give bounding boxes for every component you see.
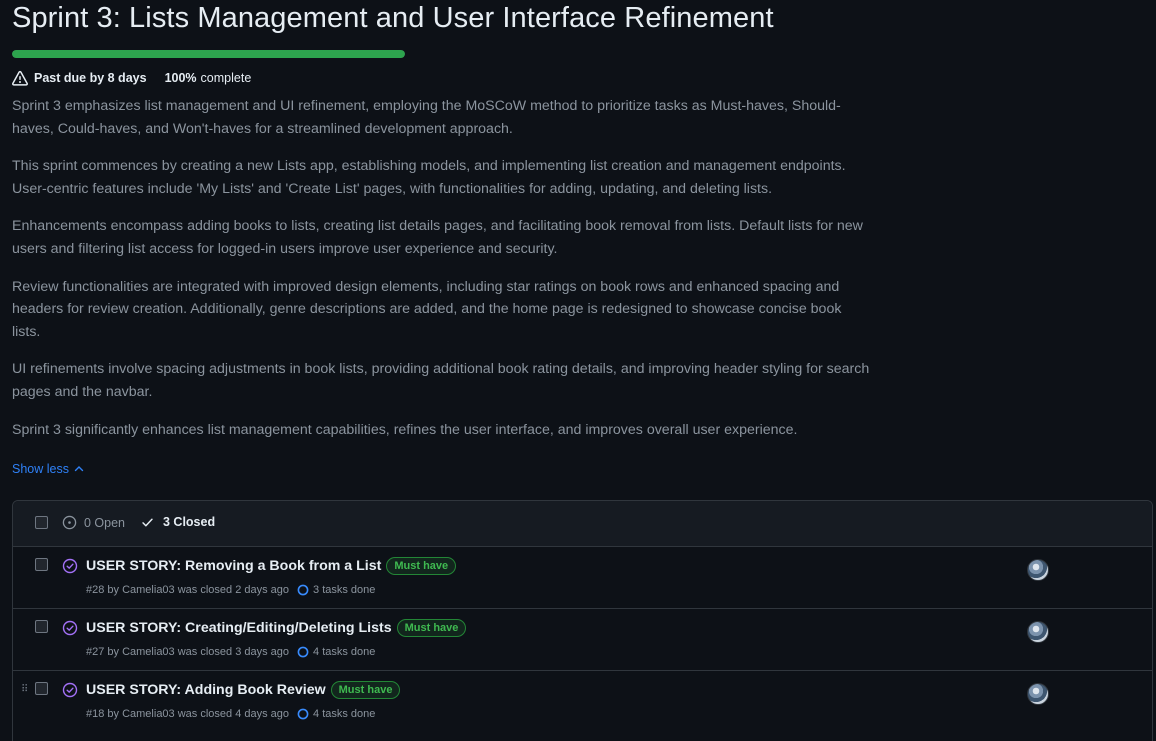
tasks-progress: 3 tasks done <box>297 584 375 596</box>
select-all-checkbox[interactable] <box>35 516 48 529</box>
issues-list: 0 Open 3 Closed USER STORY: Removing a B… <box>12 500 1153 741</box>
completion-label: complete <box>200 71 252 85</box>
priority-label[interactable]: Must have <box>396 619 467 637</box>
description-paragraph: Sprint 3 emphasizes list management and … <box>12 98 841 137</box>
open-count: 0 Open <box>84 515 126 530</box>
description-paragraph: This sprint commences by creating a new … <box>12 158 846 197</box>
alert-icon <box>12 70 28 86</box>
task-progress-icon <box>297 646 309 658</box>
issue-checkbox[interactable] <box>35 558 48 571</box>
progress-bar-fill <box>12 50 405 58</box>
issue-meta-text: #27 by Camelia03 was closed 3 days ago <box>86 646 290 658</box>
description-paragraph: UI refinements involve spacing adjustmen… <box>12 361 870 400</box>
issue-meta-text: #28 by Camelia03 was closed 2 days ago <box>86 584 290 596</box>
issue-title-group: USER STORY: Adding Book Review Must have <box>86 681 401 699</box>
drag-handle-icon[interactable]: ⠿ <box>21 684 28 695</box>
show-less-link[interactable]: Show less <box>12 462 84 476</box>
task-progress-icon <box>297 584 309 596</box>
description-paragraph: Review functionalities are integrated wi… <box>12 278 842 340</box>
issue-meta: #28 by Camelia03 was closed 2 days ago 3… <box>86 584 375 596</box>
tasks-done-text: 4 tasks done <box>313 646 376 658</box>
milestone-description: Sprint 3 emphasizes list management and … <box>12 95 872 456</box>
show-less-label: Show less <box>12 462 69 476</box>
tasks-done-text: 3 tasks done <box>313 584 376 596</box>
closed-issues-filter[interactable]: 3 Closed <box>141 515 215 529</box>
tasks-progress: 4 tasks done <box>297 708 375 720</box>
issue-closed-icon <box>62 682 78 698</box>
assignee-avatar[interactable] <box>1027 621 1049 643</box>
description-paragraph: Sprint 3 significantly enhances list man… <box>12 421 798 438</box>
issue-title-group: USER STORY: Creating/Editing/Deleting Li… <box>86 619 467 637</box>
issue-row[interactable]: USER STORY: Creating/Editing/Deleting Li… <box>13 609 1152 671</box>
progress-bar <box>12 50 405 58</box>
issue-title-group: USER STORY: Removing a Book from a List … <box>86 557 457 575</box>
issue-title-link[interactable]: USER STORY: Adding Book Review <box>86 682 326 698</box>
issue-meta-text: #18 by Camelia03 was closed 4 days ago <box>86 708 290 720</box>
issue-row[interactable]: ⠿ USER STORY: Adding Book Review Must ha… <box>13 671 1152 732</box>
issue-open-icon <box>62 515 77 530</box>
issue-closed-icon <box>62 620 78 636</box>
issue-title-link[interactable]: USER STORY: Removing a Book from a List <box>86 558 381 574</box>
tasks-progress: 4 tasks done <box>297 646 375 658</box>
tasks-done-text: 4 tasks done <box>313 708 376 720</box>
priority-label[interactable]: Must have <box>330 681 401 699</box>
issue-meta: #27 by Camelia03 was closed 3 days ago 4… <box>86 646 375 658</box>
description-paragraph: Enhancements encompass adding books to l… <box>12 218 863 257</box>
completion-percent: 100% <box>164 71 197 85</box>
chevron-up-icon <box>74 466 84 472</box>
issue-meta: #18 by Camelia03 was closed 4 days ago 4… <box>86 708 375 720</box>
milestone-meta: Past due by 8 days 100% complete <box>12 69 251 87</box>
assignee-avatar[interactable] <box>1027 559 1049 581</box>
milestone-title: Sprint 3: Lists Management and User Inte… <box>12 2 774 34</box>
closed-count: 3 Closed <box>163 515 216 529</box>
issues-list-header: 0 Open 3 Closed <box>13 501 1152 547</box>
open-issues-filter[interactable]: 0 Open <box>62 515 125 530</box>
issue-checkbox[interactable] <box>35 620 48 633</box>
issue-row[interactable]: USER STORY: Removing a Book from a List … <box>13 547 1152 609</box>
task-progress-icon <box>297 708 309 720</box>
issue-closed-icon <box>62 558 78 574</box>
check-icon <box>142 518 153 526</box>
issue-checkbox[interactable] <box>35 682 48 695</box>
due-status: Past due by 8 days <box>34 71 147 85</box>
priority-label[interactable]: Must have <box>386 557 457 575</box>
assignee-avatar[interactable] <box>1027 683 1049 705</box>
issue-title-link[interactable]: USER STORY: Creating/Editing/Deleting Li… <box>86 620 392 636</box>
